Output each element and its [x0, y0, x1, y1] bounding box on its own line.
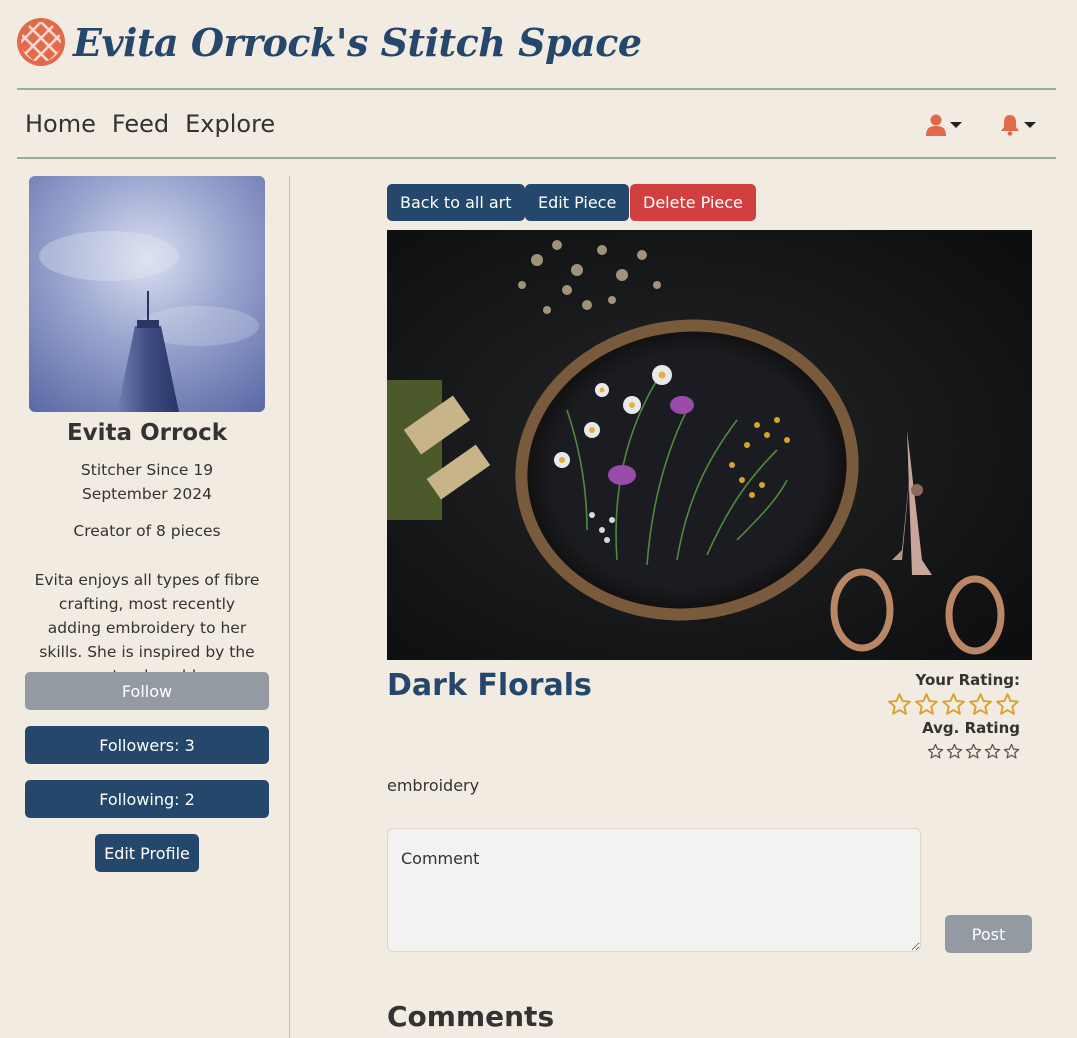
avg-rating-stars: [927, 743, 1020, 760]
profile-bio: Evita enjoys all types of fibre crafting…: [34, 571, 260, 685]
pieces-count: Creator of 8 pieces: [73, 522, 221, 540]
header-divider: [17, 88, 1056, 90]
comments-heading: Comments: [387, 1000, 555, 1033]
nav-divider: [17, 157, 1056, 159]
following-button[interactable]: Following: 2: [25, 780, 269, 818]
site-title[interactable]: Evita Orrock's Stitch Space: [73, 20, 642, 65]
star-icon: [946, 743, 963, 759]
stitch-logo-icon: [17, 18, 65, 66]
artwork-image: [387, 230, 1032, 660]
site-header: Evita Orrock's Stitch Space: [17, 14, 642, 70]
star-icon: [1003, 743, 1020, 759]
star-icon[interactable]: [995, 692, 1020, 717]
your-rating-label: Your Rating:: [915, 671, 1021, 689]
followers-button[interactable]: Followers: 3: [25, 726, 269, 764]
sidebar-divider: [289, 176, 290, 1038]
your-rating-stars[interactable]: [887, 692, 1020, 717]
star-icon[interactable]: [968, 692, 993, 717]
delete-piece-button[interactable]: Delete Piece: [630, 184, 756, 221]
star-icon: [927, 743, 944, 759]
stitcher-since: Stitcher Since 19 September 2024: [80, 461, 214, 503]
nav-home-link[interactable]: Home: [25, 110, 96, 138]
profile-name: Evita Orrock: [66, 420, 228, 446]
edit-piece-button[interactable]: Edit Piece: [525, 184, 630, 221]
star-icon[interactable]: [914, 692, 939, 717]
avg-rating-label: Avg. Rating: [922, 719, 1020, 737]
profile-avatar: [29, 176, 265, 412]
main-nav: Home Feed Explore: [25, 104, 275, 144]
edit-profile-button[interactable]: Edit Profile: [95, 834, 199, 872]
comment-input[interactable]: [387, 828, 921, 952]
nav-feed-link[interactable]: Feed: [112, 110, 169, 138]
star-icon: [965, 743, 982, 759]
post-comment-button[interactable]: Post: [945, 915, 1032, 953]
bell-icon: [1001, 115, 1019, 136]
star-icon: [984, 743, 1001, 759]
back-to-all-art-button[interactable]: Back to all art: [387, 184, 525, 221]
piece-title: Dark Florals: [387, 668, 592, 703]
user-icon: [926, 114, 946, 136]
notifications-menu-toggle[interactable]: [1000, 110, 1036, 140]
nav-explore-link[interactable]: Explore: [185, 110, 275, 138]
chevron-down-icon: [1024, 122, 1036, 128]
star-icon[interactable]: [941, 692, 966, 717]
follow-button[interactable]: Follow: [25, 672, 269, 710]
user-menu-toggle[interactable]: [926, 110, 962, 140]
star-icon[interactable]: [887, 692, 912, 717]
chevron-down-icon: [950, 122, 962, 128]
piece-tag: embroidery: [387, 776, 480, 795]
